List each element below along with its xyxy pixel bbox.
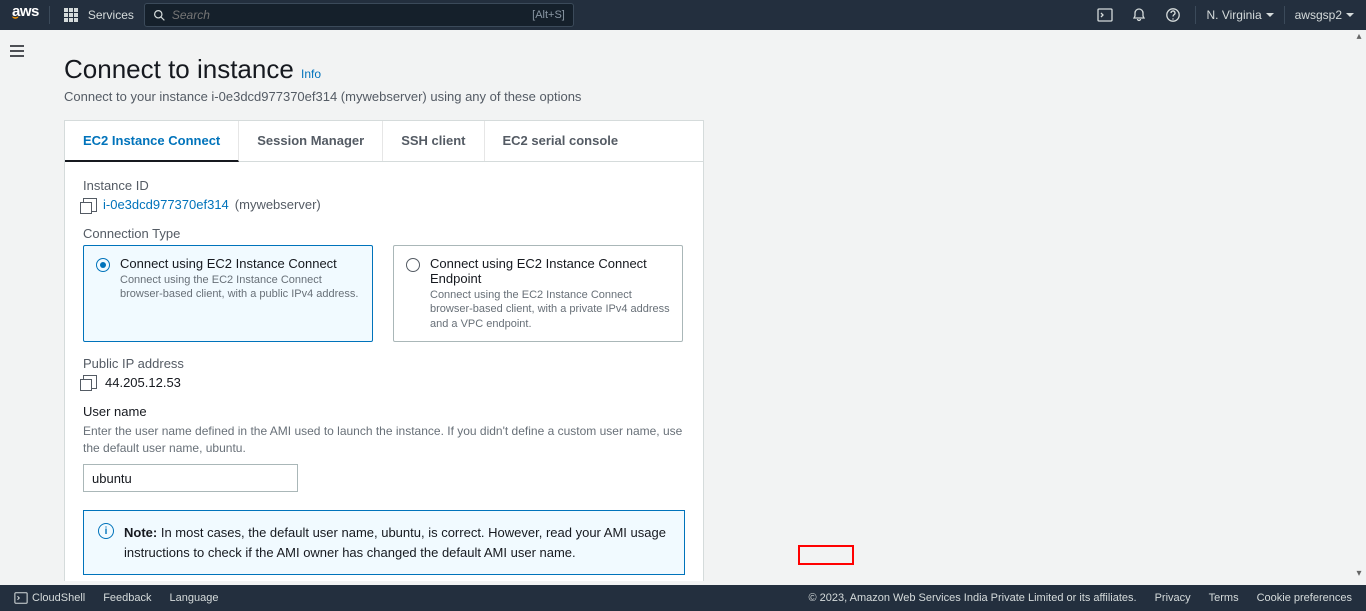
aws-logo[interactable]: aws⌣: [12, 7, 39, 23]
conn-option-title: Connect using EC2 Instance Connect Endpo…: [430, 256, 670, 286]
feedback-link[interactable]: Feedback: [103, 592, 151, 604]
info-note-text: Note: In most cases, the default user na…: [124, 523, 670, 562]
connection-type-options: Connect using EC2 Instance Connect Conne…: [83, 245, 685, 342]
copy-icon[interactable]: [83, 375, 97, 389]
public-ip-row: 44.205.12.53: [83, 375, 685, 390]
scroll-up-arrow[interactable]: ▴: [1356, 30, 1361, 44]
nav-divider: [1284, 6, 1285, 24]
vertical-scrollbar[interactable]: ▴ ▾: [1352, 30, 1366, 581]
user-menu[interactable]: awsgsp2: [1295, 8, 1354, 22]
tab-ec2-serial-console[interactable]: EC2 serial console: [485, 121, 637, 161]
username-help-text: Enter the user name defined in the AMI u…: [83, 423, 685, 457]
scroll-down-arrow[interactable]: ▾: [1356, 567, 1361, 581]
radio-icon: [96, 258, 110, 272]
note-body: In most cases, the default user name, ub…: [124, 525, 666, 560]
privacy-link[interactable]: Privacy: [1155, 592, 1191, 604]
conn-option-ec2-connect-endpoint[interactable]: Connect using EC2 Instance Connect Endpo…: [393, 245, 683, 342]
tabs: EC2 Instance Connect Session Manager SSH…: [65, 121, 703, 162]
annotation-rectangle: [798, 545, 854, 565]
terms-link[interactable]: Terms: [1209, 592, 1239, 604]
copy-icon[interactable]: [83, 198, 97, 212]
conn-option-desc: Connect using the EC2 Instance Connect b…: [430, 288, 670, 331]
tab-ssh-client[interactable]: SSH client: [383, 121, 484, 161]
footer: CloudShell Feedback Language © 2023, Ama…: [0, 585, 1366, 611]
region-label: N. Virginia: [1206, 8, 1261, 22]
search-kbd-hint: [Alt+S]: [532, 9, 565, 21]
note-prefix: Note:: [124, 525, 157, 540]
page-subtitle: Connect to your instance i-0e3dcd977370e…: [64, 89, 1316, 104]
nav-divider: [49, 6, 50, 24]
region-selector[interactable]: N. Virginia: [1206, 8, 1273, 22]
instance-id-link[interactable]: i-0e3dcd977370ef314: [103, 197, 229, 212]
info-link[interactable]: Info: [301, 67, 321, 81]
cloudshell-top-icon[interactable]: [1093, 7, 1117, 23]
top-nav: aws⌣ Services [Alt+S] N. Virginia awsgsp…: [0, 0, 1366, 30]
tab-session-manager[interactable]: Session Manager: [239, 121, 383, 161]
language-link[interactable]: Language: [170, 592, 219, 604]
user-label: awsgsp2: [1295, 8, 1342, 22]
conn-option-desc: Connect using the EC2 Instance Connect b…: [120, 273, 360, 302]
cloudshell-label: CloudShell: [32, 592, 85, 604]
panel-body: Instance ID i-0e3dcd977370ef314 (mywebse…: [65, 162, 703, 581]
connect-panel: EC2 Instance Connect Session Manager SSH…: [64, 120, 704, 581]
copyright-text: © 2023, Amazon Web Services India Privat…: [809, 592, 1137, 604]
chevron-down-icon: [1266, 13, 1274, 17]
nav-divider: [1195, 6, 1196, 24]
search-icon: [153, 9, 166, 22]
page-title-text: Connect to instance: [64, 54, 294, 84]
username-input[interactable]: [83, 464, 298, 492]
public-ip-label: Public IP address: [83, 356, 685, 371]
radio-icon: [406, 258, 420, 272]
conn-option-title: Connect using EC2 Instance Connect: [120, 256, 360, 271]
public-ip-value: 44.205.12.53: [105, 375, 181, 390]
page-title: Connect to instance Info: [64, 54, 1316, 85]
search-box[interactable]: [Alt+S]: [144, 3, 574, 27]
tab-ec2-instance-connect[interactable]: EC2 Instance Connect: [65, 121, 239, 162]
username-label: User name: [83, 404, 685, 419]
info-icon: i: [98, 523, 114, 539]
notifications-icon[interactable]: [1127, 7, 1151, 23]
instance-id-row: i-0e3dcd977370ef314 (mywebserver): [83, 197, 685, 212]
cookie-link[interactable]: Cookie preferences: [1257, 592, 1352, 604]
chevron-down-icon: [1346, 13, 1354, 17]
services-menu[interactable]: [60, 8, 82, 22]
services-label[interactable]: Services: [88, 8, 134, 22]
instance-id-label: Instance ID: [83, 178, 685, 193]
cloudshell-button[interactable]: CloudShell: [14, 591, 85, 605]
search-input[interactable]: [166, 8, 532, 22]
info-note-box: i Note: In most cases, the default user …: [83, 510, 685, 575]
sidebar-toggle[interactable]: [8, 42, 26, 65]
grid-icon: [64, 8, 78, 22]
help-icon[interactable]: [1161, 7, 1185, 23]
main-content: Connect to instance Info Connect to your…: [40, 34, 1340, 581]
conn-option-ec2-connect[interactable]: Connect using EC2 Instance Connect Conne…: [83, 245, 373, 342]
connection-type-label: Connection Type: [83, 226, 685, 241]
instance-name-paren: (mywebserver): [235, 197, 321, 212]
